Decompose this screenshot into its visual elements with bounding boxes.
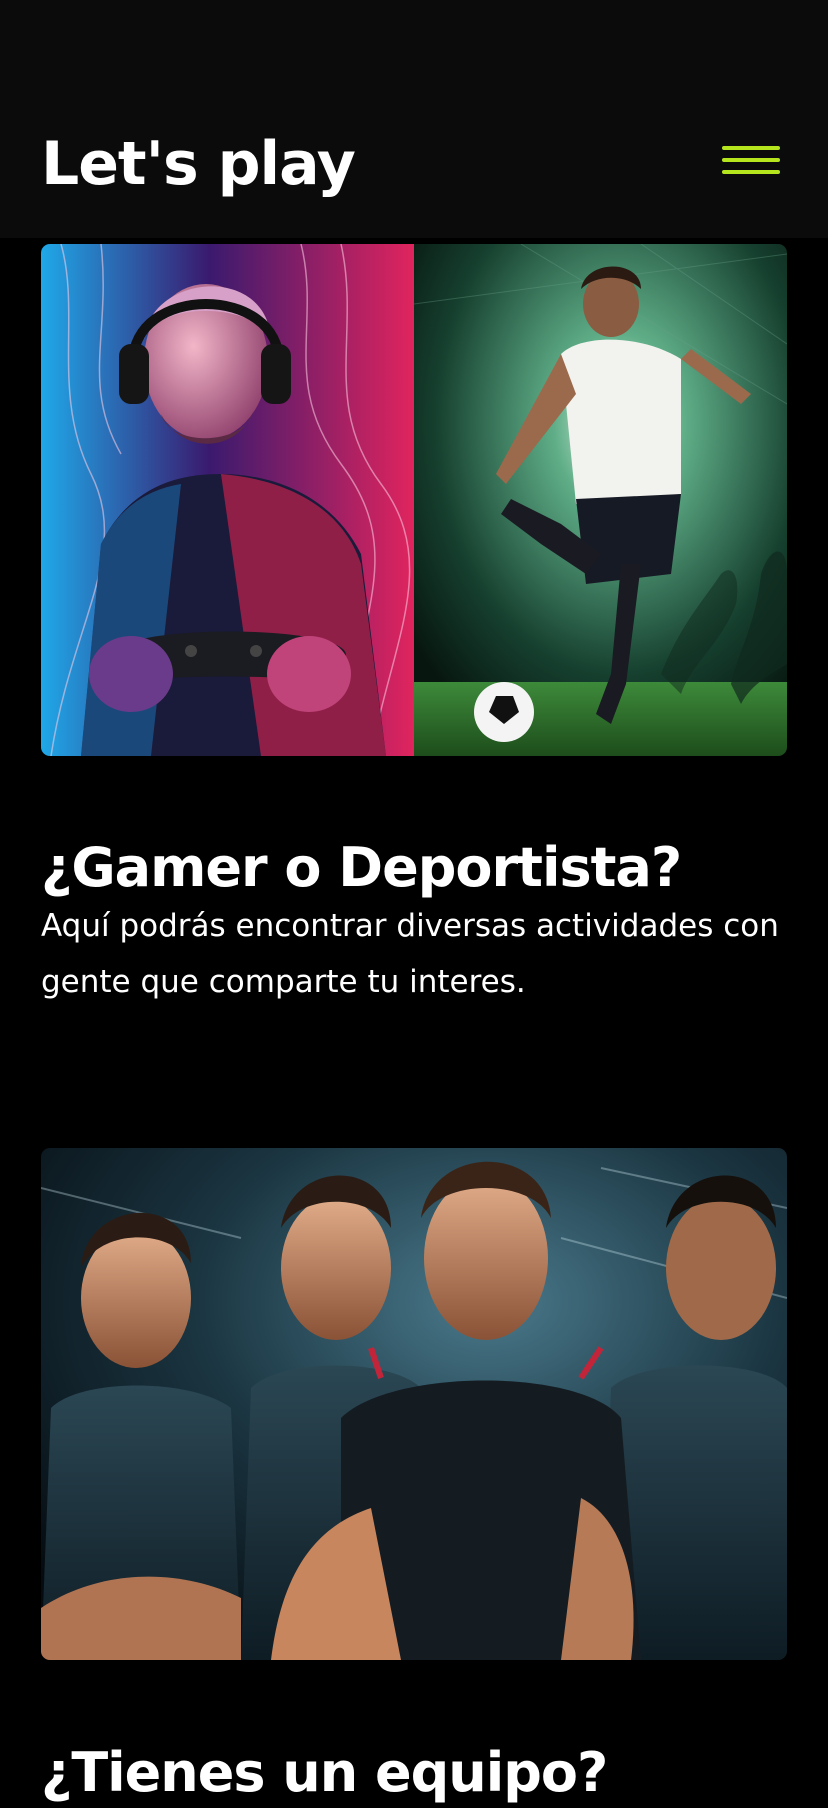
menu-bar-top	[722, 146, 780, 150]
team-players-image	[41, 1148, 787, 1660]
hamburger-menu-button[interactable]	[716, 140, 788, 186]
menu-bar-bottom	[722, 170, 780, 174]
app-header: Let's play	[0, 0, 828, 238]
team-section-title: ¿Tienes un equipo?	[41, 1740, 608, 1804]
menu-bar-middle	[722, 158, 780, 162]
gamer-section-text: Aquí podrás encontrar diversas actividad…	[41, 908, 779, 1000]
brand-title[interactable]: Let's play	[41, 126, 356, 202]
gamer-and-footballer-image	[41, 244, 787, 756]
gamer-section-title: ¿Gamer o Deportista?	[41, 835, 682, 899]
